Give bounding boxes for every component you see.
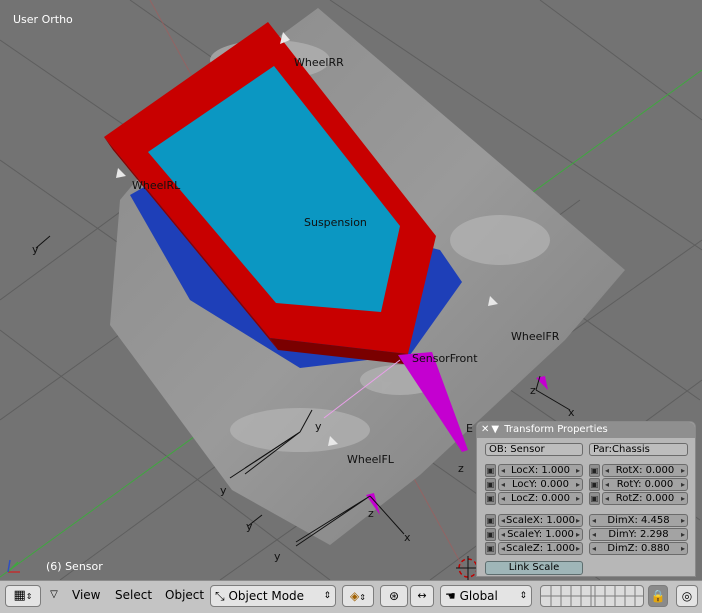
render-button[interactable]: ◎: [676, 585, 698, 607]
updown-icon: ⇕: [359, 593, 366, 602]
scalex-field[interactable]: ◂ ScaleX: 1.000 ▸: [498, 514, 583, 527]
close-icon[interactable]: ✕: [481, 424, 489, 435]
active-object-info: (6) Sensor: [46, 560, 103, 573]
menu-view[interactable]: View: [72, 585, 100, 607]
roty-field[interactable]: ◂ RotY: 0.000 ▸: [602, 478, 688, 491]
label-wheel-fr: WheelFR: [511, 330, 560, 343]
axis-label-x-1: x: [568, 406, 575, 419]
menu-object[interactable]: Object: [165, 585, 204, 607]
lock-icon[interactable]: ▣: [485, 492, 496, 505]
hand-icon: ☚: [445, 589, 456, 603]
pivot-dropdown[interactable]: ⊛: [380, 585, 408, 607]
view-header-bar: ▦⇕ ▽ View Select Object ⤡ Object Mode ⇕ …: [0, 580, 702, 613]
layer-buttons[interactable]: [540, 585, 644, 607]
solid-cube-icon: ◈: [350, 589, 360, 603]
rotz-field[interactable]: ◂ RotZ: 0.000 ▸: [602, 492, 688, 505]
view-name: User Ortho: [13, 13, 73, 26]
locy-field[interactable]: ◂ LocY: 0.000 ▸: [498, 478, 583, 491]
label-e: E: [466, 422, 473, 435]
lock-view-button[interactable]: 🔒: [648, 585, 668, 607]
translate-arrows-icon: ↔: [417, 589, 427, 602]
axis-label-z-1: z: [458, 462, 464, 475]
mode-label: Object Mode: [228, 589, 305, 603]
axis-label-z-2: z: [530, 384, 536, 397]
lock-icon[interactable]: ▣: [485, 542, 496, 555]
label-wheel-rr: WheelRR: [294, 56, 344, 69]
collapse-triangle-icon[interactable]: ▼: [491, 424, 499, 435]
dimx-field[interactable]: ◂ DimX: 4.458 ▸: [589, 514, 688, 527]
lock-icon[interactable]: ▣: [485, 464, 496, 477]
label-sensor: SensorFront: [412, 352, 478, 365]
axis-label-z-3: z: [368, 507, 374, 520]
layer-grid: [541, 586, 643, 606]
label-suspension: Suspension: [304, 216, 367, 229]
label-wheel-rl: WheelRL: [132, 179, 181, 192]
manipulator-toggle[interactable]: ↔: [410, 585, 434, 607]
label-wheel-fl: WheelFL: [347, 453, 395, 466]
lock-icon[interactable]: ▣: [589, 492, 600, 505]
panel-title: Transform Properties: [504, 424, 608, 435]
transform-properties-panel[interactable]: ✕ ▼ Transform Properties OB: Sensor Par:C…: [476, 421, 696, 577]
lock-icon[interactable]: ▣: [589, 464, 600, 477]
grid-icon: ▦: [13, 588, 26, 603]
orientation-label: Global: [459, 589, 498, 603]
axis-label-y-3: y: [315, 420, 322, 433]
dimy-field[interactable]: ◂ DimY: 2.298 ▸: [589, 528, 688, 541]
updown-icon: ⇕: [519, 591, 527, 601]
render-icon: ◎: [681, 589, 693, 603]
lock-icon: 🔒: [650, 589, 666, 603]
draw-type-dropdown[interactable]: ◈⇕: [342, 585, 374, 607]
mode-dropdown[interactable]: ⤡ Object Mode ⇕: [210, 585, 336, 607]
locx-field[interactable]: ◂ LocX: 1.000 ▸: [498, 464, 583, 477]
axis-label-y-5: y: [274, 550, 281, 563]
lock-icon[interactable]: ▣: [589, 478, 600, 491]
dimz-field[interactable]: ◂ DimZ: 0.880 ▸: [589, 542, 688, 555]
link-scale-button[interactable]: Link Scale: [485, 561, 583, 575]
locz-field[interactable]: ◂ LocZ: 0.000 ▸: [498, 492, 583, 505]
menu-select[interactable]: Select: [115, 585, 152, 607]
axis-label-x-2: x: [404, 531, 411, 544]
orientation-dropdown[interactable]: ☚ Global ⇕: [440, 585, 532, 607]
parent-field[interactable]: Par:Chassis: [589, 443, 688, 456]
pivot-icon: ⊛: [388, 589, 400, 603]
lock-icon[interactable]: ▣: [485, 514, 496, 527]
scaley-field[interactable]: ◂ ScaleY: 1.000 ▸: [498, 528, 583, 541]
rotx-field[interactable]: ◂ RotX: 0.000 ▸: [602, 464, 688, 477]
editor-type-button[interactable]: ▦⇕: [5, 585, 41, 607]
updown-icon: ⇕: [323, 591, 331, 601]
axis-label-y-2: y: [220, 484, 227, 497]
object-name-field[interactable]: OB: Sensor: [485, 443, 583, 456]
scalez-field[interactable]: ◂ ScaleZ: 1.000 ▸: [498, 542, 583, 555]
view-axis-icon: [7, 559, 20, 573]
collapse-menu-icon[interactable]: ▽: [47, 585, 61, 607]
lock-icon[interactable]: ▣: [485, 528, 496, 541]
panel-header[interactable]: ✕ ▼ Transform Properties: [477, 422, 695, 438]
lock-icon[interactable]: ▣: [485, 478, 496, 491]
object-mode-icon: ⤡: [215, 589, 225, 603]
updown-icon: ⇕: [25, 592, 33, 601]
axis-label-y-4: y: [246, 520, 253, 533]
axis-label-y-1: y: [32, 243, 39, 256]
